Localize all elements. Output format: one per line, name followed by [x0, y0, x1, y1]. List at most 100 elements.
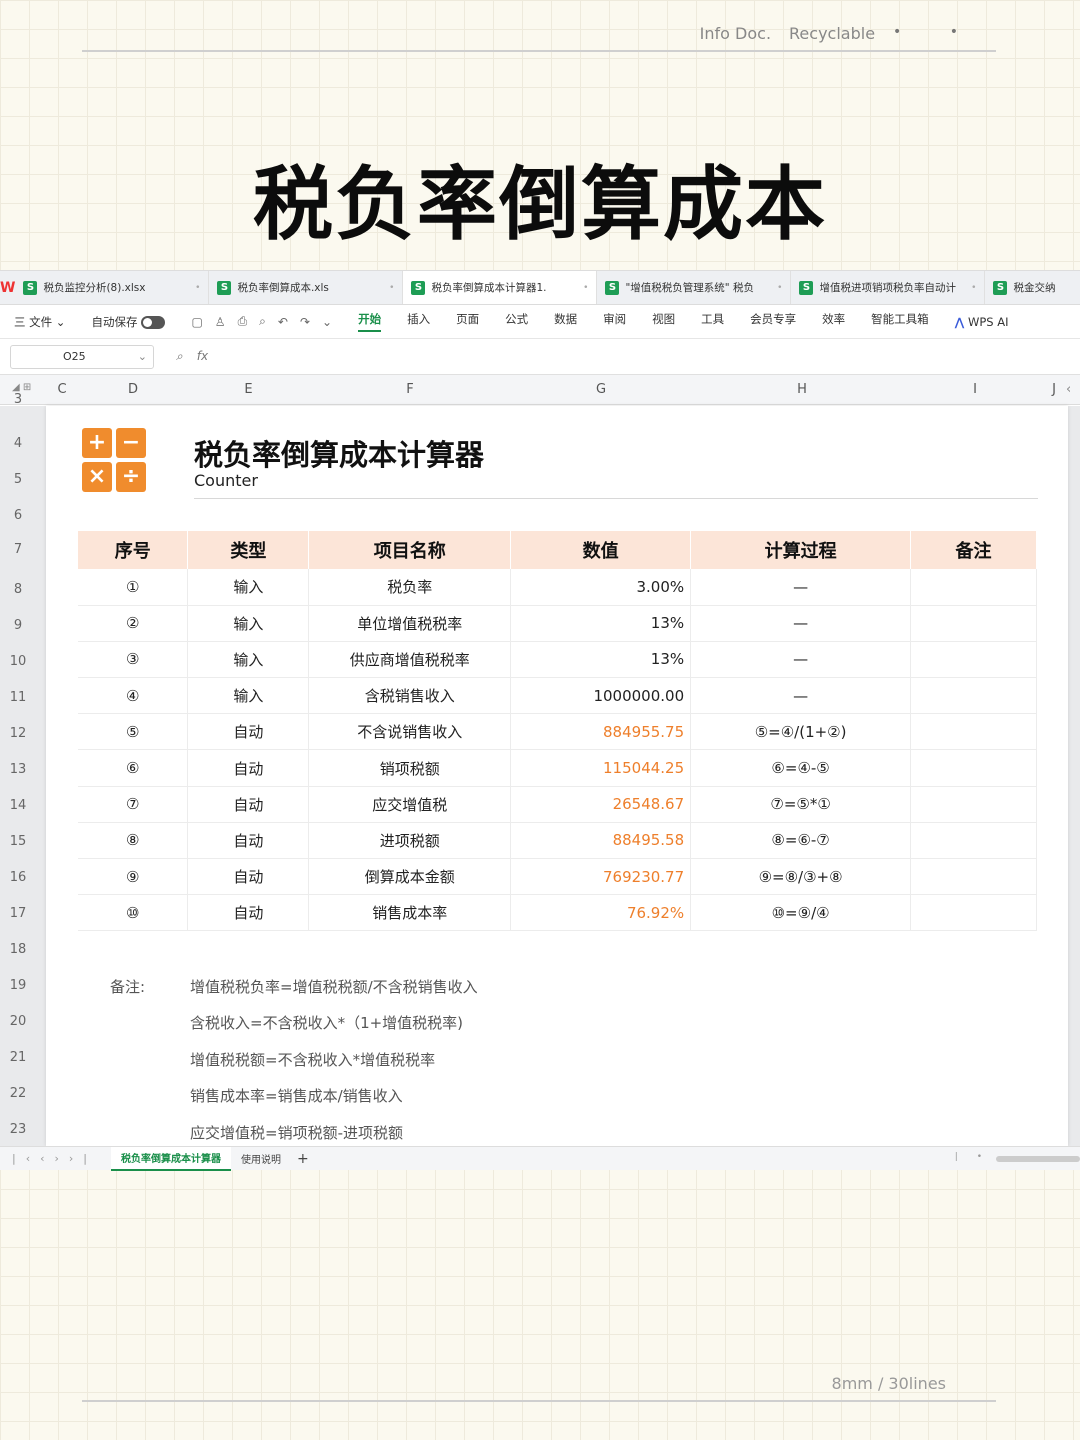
cell-type[interactable]: 输入 [187, 677, 310, 715]
chevron-down-icon[interactable]: ⌄ [138, 350, 147, 363]
cell-note[interactable] [910, 786, 1037, 823]
file-tab[interactable]: S 税负监控分析(8).xlsx • [15, 271, 210, 304]
cell-type[interactable]: 输入 [187, 569, 310, 606]
file-menu[interactable]: 三 文件 ⌄ [14, 314, 65, 330]
preview-icon[interactable]: ⌕ [259, 314, 266, 329]
col-header-c[interactable]: C [52, 382, 72, 397]
row-header[interactable]: 16 [0, 870, 36, 885]
row-header[interactable]: 19 [0, 978, 36, 993]
cell-no[interactable]: ⑨ [78, 858, 189, 896]
cell-type[interactable]: 自动 [187, 822, 310, 860]
wps-logo-icon[interactable]: W [0, 280, 15, 296]
cell-note[interactable] [910, 894, 1037, 932]
cell-type[interactable]: 自动 [187, 786, 310, 823]
row-header[interactable]: 4 [0, 436, 36, 451]
col-header-d[interactable]: D [78, 382, 188, 397]
cell-no[interactable]: ⑥ [78, 749, 189, 787]
col-header-j[interactable]: J [1044, 382, 1064, 397]
menu-item-4[interactable]: 数据 [554, 311, 577, 332]
cell-name[interactable]: 供应商增值税税率 [308, 641, 512, 679]
row-header[interactable]: 14 [0, 798, 36, 813]
redo-icon[interactable]: ↷ [300, 315, 310, 329]
save-icon[interactable]: ▢ [191, 315, 202, 329]
row-header[interactable]: 17 [0, 906, 36, 921]
cell-value[interactable]: 1000000.00 [510, 677, 692, 715]
row-header[interactable]: 8 [0, 582, 36, 597]
row-header[interactable]: 20 [0, 1014, 36, 1029]
cell-process[interactable]: — [690, 569, 912, 606]
col-header-f[interactable]: F [309, 382, 511, 397]
autosave-toggle[interactable]: 自动保存 [91, 314, 166, 330]
cell-name[interactable]: 应交增值税 [308, 786, 512, 823]
row-header[interactable]: 21 [0, 1050, 36, 1065]
cell-process[interactable]: ⑧=⑥-⑦ [690, 822, 912, 860]
row-header[interactable]: 22 [0, 1086, 36, 1101]
note-line[interactable]: 增值税税额=不含税收入*增值税税率 [190, 1049, 435, 1070]
cell-process[interactable]: ⑦=⑤*① [690, 786, 912, 823]
row-header[interactable]: 7 [0, 542, 36, 557]
menu-item-5[interactable]: 审阅 [603, 311, 626, 332]
th-name[interactable]: 项目名称 [308, 531, 512, 569]
file-tab[interactable]: S 税负率倒算成本.xls • [209, 271, 404, 304]
cell-value[interactable]: 76.92% [510, 894, 692, 932]
undo-icon[interactable]: ↶ [278, 315, 288, 329]
note-line[interactable]: 含税收入=不含税收入*（1+增值税税率) [190, 1012, 463, 1033]
menu-item-1[interactable]: 插入 [407, 311, 430, 332]
cell-type[interactable]: 输入 [187, 641, 310, 679]
cell-no[interactable]: ③ [78, 641, 189, 679]
cell-no[interactable]: ⑤ [78, 713, 189, 751]
col-header-g[interactable]: G [511, 382, 691, 397]
menu-item-9[interactable]: 效率 [822, 311, 845, 332]
close-icon[interactable]: • [195, 283, 200, 293]
cell-value[interactable]: 88495.58 [510, 822, 692, 860]
row-header[interactable]: 11 [0, 690, 36, 705]
cell-value[interactable]: 884955.75 [510, 713, 692, 751]
row-header[interactable]: 10 [0, 654, 36, 669]
cell-no[interactable]: ⑧ [78, 822, 189, 860]
cell-process[interactable]: ⑥=④-⑤ [690, 749, 912, 787]
cell-value[interactable]: 26548.67 [510, 786, 692, 823]
note-line[interactable]: 销售成本率=销售成本/销售收入 [190, 1085, 403, 1106]
cell-name[interactable]: 含税销售收入 [308, 677, 512, 715]
fx-icon[interactable]: fx [197, 349, 208, 364]
cell-name[interactable]: 单位增值税税率 [308, 605, 512, 642]
row-header[interactable]: 23 [0, 1122, 36, 1137]
cell-note[interactable] [910, 858, 1037, 896]
add-sheet-button[interactable]: + [297, 1151, 309, 1167]
cell-process[interactable]: ⑤=④/(1+②) [690, 713, 912, 751]
cell-no[interactable]: ② [78, 605, 189, 642]
sheet-nav-arrows-icon[interactable]: |‹‹››| [12, 1152, 97, 1165]
cell-note[interactable] [910, 677, 1037, 715]
wps-ai-button[interactable]: ⋀ WPS AI [955, 315, 1009, 329]
cell-name[interactable]: 税负率 [308, 569, 512, 606]
row-header[interactable]: 5 [0, 472, 36, 487]
name-box[interactable]: O25 ⌄ [10, 344, 154, 369]
more-icon[interactable]: ⌄ [322, 315, 332, 329]
file-tab[interactable]: S 增值税进项销项税负率自动计 • [791, 271, 986, 304]
cell-value[interactable]: 3.00% [510, 569, 692, 606]
cell-process[interactable]: — [690, 605, 912, 642]
cell-name[interactable]: 销项税额 [308, 749, 512, 787]
cell-name[interactable]: 不含说销售收入 [308, 713, 512, 751]
note-line[interactable]: 应交增值税=销项税额-进项税额 [190, 1122, 403, 1143]
cell-type[interactable]: 自动 [187, 749, 310, 787]
cell-type[interactable]: 自动 [187, 713, 310, 751]
menu-item-6[interactable]: 视图 [652, 311, 675, 332]
menu-item-10[interactable]: 智能工具箱 [871, 311, 929, 332]
cell-note[interactable] [910, 822, 1037, 860]
cell-no[interactable]: ⑩ [78, 894, 189, 932]
cell-name[interactable]: 销售成本率 [308, 894, 512, 932]
menu-item-0[interactable]: 开始 [358, 311, 382, 332]
cell-name[interactable]: 进项税额 [308, 822, 512, 860]
row-header[interactable]: 12 [0, 726, 36, 741]
cell-value[interactable]: 769230.77 [510, 858, 692, 896]
cell-no[interactable]: ① [78, 569, 189, 606]
cell-type[interactable]: 自动 [187, 858, 310, 896]
cell-process[interactable]: ⑨=⑧/③+⑧ [690, 858, 912, 896]
file-tab[interactable]: S 税金交纳 [985, 271, 1080, 304]
share-icon[interactable]: ♙ [215, 315, 226, 329]
cell-value[interactable]: 115044.25 [510, 749, 692, 787]
cell-type[interactable]: 输入 [187, 605, 310, 642]
note-line[interactable]: 增值税税负率=增值税税额/不含税销售收入 [190, 976, 478, 997]
zoom-search-icon[interactable]: ⌕ [176, 349, 183, 364]
